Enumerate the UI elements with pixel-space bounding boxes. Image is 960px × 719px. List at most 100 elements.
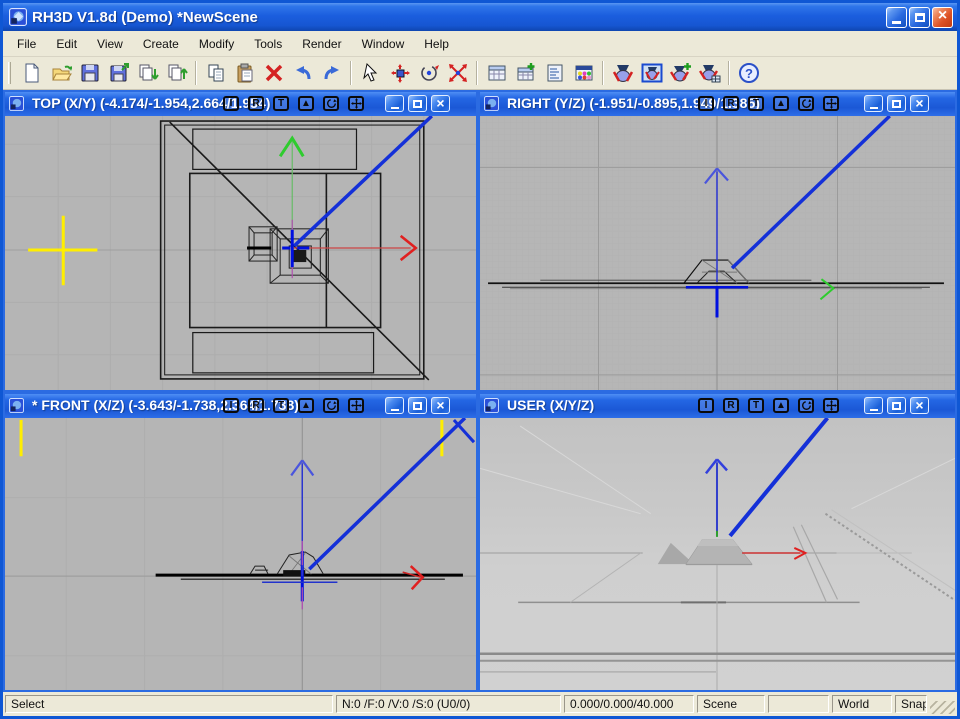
new-button[interactable] (17, 60, 46, 87)
save-button[interactable] (75, 60, 104, 87)
resize-grip[interactable] (930, 701, 955, 714)
toolbar-separator (728, 61, 730, 85)
viewport-close-button[interactable]: × (431, 95, 450, 112)
viewport-maximize-button[interactable] (887, 397, 906, 414)
redraw-view-button[interactable]: R (723, 96, 739, 111)
viewport-maximize-button[interactable] (887, 95, 906, 112)
shade-view-button[interactable]: ▲ (298, 398, 314, 413)
viewport-close-button[interactable]: × (910, 95, 929, 112)
shade-view-button[interactable]: ▲ (298, 96, 314, 111)
render-window-button[interactable] (637, 60, 666, 87)
viewport-front-titlebar[interactable]: * FRONT (X/Z) (-3.643/-1.738,2.364/1.738… (5, 394, 476, 418)
render-button[interactable] (608, 60, 637, 87)
save-icon (79, 62, 101, 84)
minimize-icon (870, 409, 878, 411)
redraw-view-button[interactable]: R (248, 398, 264, 413)
render-settings-button[interactable] (695, 60, 724, 87)
pan-view-button[interactable] (348, 398, 364, 413)
object-table-button[interactable] (482, 60, 511, 87)
rotate-view-icon (801, 400, 812, 411)
open-button[interactable] (46, 60, 75, 87)
menu-tools[interactable]: Tools (244, 33, 292, 55)
top-model-wireframe (249, 227, 328, 283)
viewport-close-button[interactable]: × (431, 397, 450, 414)
rotate-view-button[interactable] (323, 398, 339, 413)
viewport-minimize-button[interactable] (385, 95, 404, 112)
object-list-button[interactable] (540, 60, 569, 87)
material-table-button[interactable] (569, 60, 598, 87)
paste-button[interactable] (230, 60, 259, 87)
invert-view-button[interactable]: I (223, 398, 239, 413)
transform-view-button[interactable]: T (748, 398, 764, 413)
viewport-front: * FRONT (X/Z) (-3.643/-1.738,2.364/1.738… (3, 392, 478, 692)
redraw-view-button[interactable]: R (723, 398, 739, 413)
rotate-view-button[interactable] (798, 96, 814, 111)
pan-view-icon (351, 98, 362, 109)
menu-create[interactable]: Create (133, 33, 189, 55)
viewport-minimize-button[interactable] (864, 95, 883, 112)
viewport-maximize-button[interactable] (408, 397, 427, 414)
minimize-icon (391, 409, 399, 411)
viewport-minimize-button[interactable] (864, 397, 883, 414)
save-incremental-button[interactable] (104, 60, 133, 87)
viewport-top-titlebar[interactable]: TOP (X/Y) (-4.174/-1.954,2.664/1.954) I … (5, 92, 476, 116)
pan-view-button[interactable] (823, 398, 839, 413)
title-bar[interactable]: RH3D V1.8d (Demo) *NewScene × (3, 3, 957, 31)
invert-view-button[interactable]: I (698, 398, 714, 413)
transform-view-button[interactable]: T (273, 398, 289, 413)
maximize-icon (413, 100, 422, 108)
viewport-minimize-button[interactable] (385, 397, 404, 414)
status-position: 0.000/0.000/40.000 (564, 695, 694, 713)
import-button[interactable] (133, 60, 162, 87)
transform-view-button[interactable]: T (748, 96, 764, 111)
viewport-maximize-button[interactable] (408, 95, 427, 112)
redo-button[interactable] (317, 60, 346, 87)
close-icon: × (915, 398, 923, 412)
redo-icon (321, 62, 343, 84)
menu-help[interactable]: Help (414, 33, 459, 55)
select-button[interactable] (356, 60, 385, 87)
copy-button[interactable] (201, 60, 230, 87)
top-model-core (292, 250, 306, 262)
rotate-view-button[interactable] (798, 398, 814, 413)
viewport-user-titlebar[interactable]: USER (X/Y/Z) I R T ▲ × (480, 394, 955, 418)
shade-view-button[interactable]: ▲ (773, 398, 789, 413)
close-button[interactable]: × (932, 7, 953, 28)
viewport-top-canvas[interactable] (5, 116, 476, 390)
move-button[interactable] (385, 60, 414, 87)
front-yellow-markers (21, 420, 442, 456)
menu-render[interactable]: Render (292, 33, 351, 55)
invert-view-button[interactable]: I (698, 96, 714, 111)
maximize-button[interactable] (909, 7, 930, 28)
rotate-view-button[interactable] (323, 96, 339, 111)
help-button[interactable]: ? (734, 60, 763, 87)
material-table-icon (573, 62, 595, 84)
undo-button[interactable] (288, 60, 317, 87)
viewport-close-button[interactable]: × (910, 397, 929, 414)
menu-modify[interactable]: Modify (189, 33, 244, 55)
shade-view-button[interactable]: ▲ (773, 96, 789, 111)
viewport-right-titlebar[interactable]: RIGHT (Y/Z) (-1.951/-0.895,1.949/1.385) … (480, 92, 955, 116)
invert-view-button[interactable]: I (223, 96, 239, 111)
menu-window[interactable]: Window (352, 33, 415, 55)
viewport-front-canvas[interactable] (5, 418, 476, 690)
transform-view-button[interactable]: T (273, 96, 289, 111)
delete-button[interactable] (259, 60, 288, 87)
export-button[interactable] (162, 60, 191, 87)
toolbar-grip[interactable] (8, 62, 11, 84)
redraw-view-button[interactable]: R (248, 96, 264, 111)
object-table-add-button[interactable] (511, 60, 540, 87)
viewport-user-canvas[interactable] (480, 418, 955, 690)
minimize-icon (892, 21, 901, 24)
scale-button[interactable] (443, 60, 472, 87)
menu-edit[interactable]: Edit (46, 33, 87, 55)
menu-file[interactable]: File (7, 33, 46, 55)
pan-view-button[interactable] (348, 96, 364, 111)
viewport-top: TOP (X/Y) (-4.174/-1.954,2.664/1.954) I … (3, 90, 478, 392)
render-add-button[interactable] (666, 60, 695, 87)
minimize-button[interactable] (886, 7, 907, 28)
pan-view-button[interactable] (823, 96, 839, 111)
menu-view[interactable]: View (87, 33, 133, 55)
rotate-button[interactable] (414, 60, 443, 87)
viewport-right-canvas[interactable] (480, 116, 955, 390)
